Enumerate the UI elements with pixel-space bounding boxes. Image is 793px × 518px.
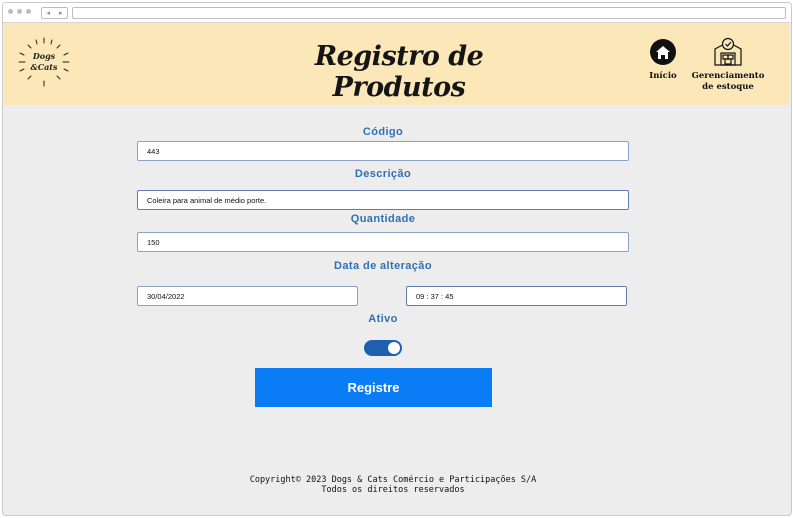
site-header: Dogs &Cats Registro de Produtos Início G… (4, 23, 789, 105)
logo-line-2: &Cats (30, 62, 58, 72)
codigo-input[interactable] (137, 141, 629, 161)
nav-home-label: Início (649, 71, 677, 81)
minimize-dot[interactable] (17, 9, 22, 14)
forward-arrow-icon[interactable]: ▸ (59, 8, 63, 18)
address-bar[interactable] (72, 7, 786, 19)
codigo-label: Código (362, 126, 404, 138)
register-button[interactable]: Registre (255, 368, 492, 407)
footer-rights: Todos os direitos reservados (321, 485, 465, 495)
window-controls (8, 9, 31, 14)
logo-text: Dogs &Cats (16, 36, 72, 88)
page-title: Registro de Produtos (314, 41, 484, 103)
back-arrow-icon[interactable]: ◂ (46, 8, 50, 18)
footer-copyright: Copyright© 2023 Dogs & Cats Comércio e P… (249, 475, 537, 485)
descricao-label: Descrição (354, 168, 412, 180)
nav-stock-label-2: de estoque (702, 82, 754, 92)
ativo-label: Ativo (368, 313, 398, 325)
time-input[interactable] (406, 286, 627, 306)
nav-home[interactable]: Início (646, 39, 680, 82)
toggle-knob (388, 342, 400, 354)
quantidade-input[interactable] (137, 232, 629, 252)
date-input[interactable] (137, 286, 358, 306)
descricao-input[interactable] (137, 190, 629, 210)
close-dot[interactable] (8, 9, 13, 14)
browser-window: ◂ ▸ Dogs &Cats Registro de Produtos Iníc… (2, 2, 792, 516)
maximize-dot[interactable] (26, 9, 31, 14)
quantidade-label: Quantidade (350, 213, 416, 225)
ativo-toggle[interactable] (364, 340, 402, 356)
logo[interactable]: Dogs &Cats (16, 36, 72, 88)
warehouse-icon (714, 37, 742, 66)
footer: Copyright© 2023 Dogs & Cats Comércio e P… (133, 475, 653, 495)
browser-chrome: ◂ ▸ (3, 3, 791, 23)
data-alteracao-label: Data de alteração (334, 260, 432, 272)
logo-line-1: Dogs (32, 51, 56, 61)
browser-nav-buttons: ◂ ▸ (41, 7, 68, 19)
home-icon (650, 39, 676, 65)
nav-stock-label-1: Gerenciamento (691, 71, 765, 81)
nav-stock-management[interactable]: Gerenciamento de estoque (688, 37, 768, 93)
